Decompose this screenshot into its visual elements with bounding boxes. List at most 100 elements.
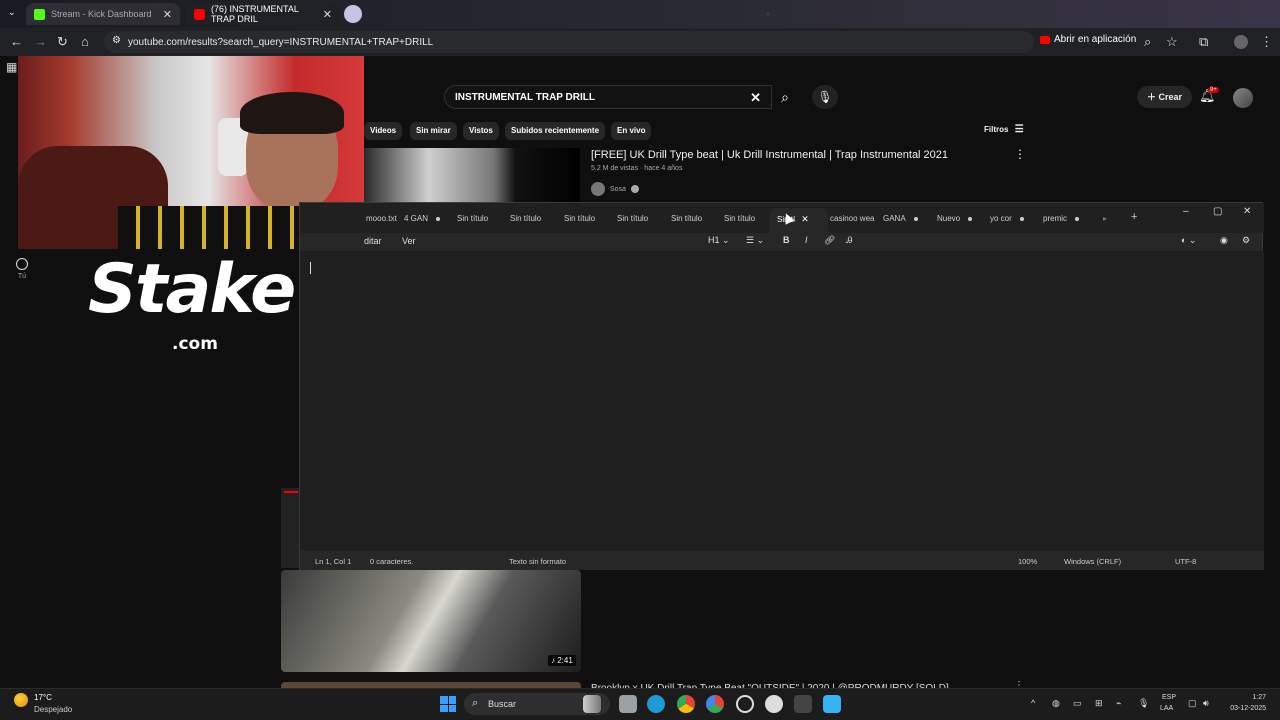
tab-youtube-search[interactable]: (76) INSTRUMENTAL TRAP DRIL ✕: [186, 3, 340, 25]
media-player-icon[interactable]: [765, 695, 783, 713]
reload-icon[interactable]: ↻: [57, 34, 68, 50]
extensions-icon[interactable]: ⧉: [1199, 34, 1208, 50]
notepad-tab[interactable]: Sin título: [564, 214, 595, 223]
browser-menu-icon[interactable]: ⋮: [1260, 34, 1273, 50]
voice-search-button[interactable]: 🎙︎: [812, 85, 838, 109]
notepad-tab[interactable]: yo cor: [990, 214, 1024, 223]
text-format[interactable]: Texto sin formato: [509, 557, 566, 566]
close-icon[interactable]: ✕: [323, 8, 332, 21]
tab-kick-dashboard[interactable]: Stream - Kick Dashboard ✕: [26, 3, 180, 25]
stake-logo: Stake .com: [88, 250, 298, 360]
back-arrow-icon[interactable]: ←: [10, 34, 23, 49]
filters-button[interactable]: Filtros ☰: [984, 124, 1024, 135]
chip-unwatched[interactable]: Sin mirar: [410, 122, 457, 140]
weather-description[interactable]: Despejado: [34, 705, 72, 714]
zoom-level[interactable]: 100%: [1018, 557, 1037, 566]
channel-name[interactable]: Sosa: [610, 185, 639, 193]
notepad-tab[interactable]: Sin título: [510, 214, 541, 223]
clock-time[interactable]: 1:27: [1226, 694, 1266, 701]
heading-dropdown[interactable]: H1 ⌄: [708, 235, 730, 246]
notepad-tab[interactable]: 4 GAN: [404, 214, 441, 223]
chip-watched[interactable]: Vistos: [463, 122, 499, 140]
notepad-tab[interactable]: mooo.txt: [366, 214, 397, 223]
notepad-tab[interactable]: Sin título: [617, 214, 648, 223]
video-thumbnail[interactable]: [364, 148, 580, 202]
filters-label: Filtros: [984, 125, 1009, 134]
profile-avatar[interactable]: [1234, 35, 1248, 49]
search-button[interactable]: ⌕: [772, 85, 798, 109]
obs-icon[interactable]: [736, 695, 754, 713]
clear-formatting-icon[interactable]: Ꭿ: [846, 235, 853, 246]
language-indicator[interactable]: ESP: [1162, 694, 1176, 701]
menu-view[interactable]: Ver: [402, 236, 416, 246]
account-avatar[interactable]: [1233, 88, 1253, 108]
edge-browser-icon[interactable]: [647, 695, 665, 713]
link-icon[interactable]: 🔗︎: [824, 235, 835, 246]
notepad-tab[interactable]: GANA: [883, 214, 918, 223]
microphone-icon[interactable]: 🎙︎: [1138, 698, 1149, 709]
weather-temperature[interactable]: 17°C: [34, 693, 52, 702]
volume-icon[interactable]: 🔊︎: [1203, 698, 1209, 709]
clear-search-icon[interactable]: ✕: [750, 90, 761, 106]
create-button[interactable]: ＋ Crear: [1137, 86, 1193, 108]
notepad-tab[interactable]: Sin título: [457, 214, 488, 223]
list-dropdown-icon[interactable]: ☰ ⌄: [746, 235, 764, 246]
notepad-tab[interactable]: casinoo wea: [830, 214, 874, 223]
search-input[interactable]: INSTRUMENTAL TRAP DRILL ✕: [444, 85, 772, 109]
line-ending[interactable]: Windows (CRLF): [1064, 557, 1121, 566]
encoding[interactable]: UTF-8: [1175, 557, 1196, 566]
site-info-icon[interactable]: ⚙: [112, 35, 121, 46]
new-tab-plus-icon[interactable]: +: [1131, 211, 1137, 223]
notepad-tab[interactable]: Sin título: [724, 214, 755, 223]
tray-grid-icon[interactable]: ⊞: [1095, 698, 1103, 709]
windows-start-icon[interactable]: [440, 696, 456, 712]
close-icon[interactable]: ✕: [163, 8, 172, 21]
window-app-icon[interactable]: [619, 695, 637, 713]
more-options-icon[interactable]: ⋮: [1014, 147, 1026, 161]
task-view-icon[interactable]: [583, 695, 601, 713]
clock-date[interactable]: 03-12-2025: [1212, 705, 1266, 712]
zoom-icon[interactable]: ⌕: [1144, 34, 1151, 50]
scroll-tabs-right-icon[interactable]: ▸: [1103, 214, 1107, 223]
italic-button[interactable]: I: [805, 235, 808, 245]
notepad-tab[interactable]: Nuevo: [937, 214, 973, 223]
bold-button[interactable]: B: [783, 235, 790, 245]
open-in-app-button[interactable]: Abrir en aplicación: [1040, 34, 1136, 45]
menu-edit[interactable]: ditar: [364, 236, 382, 246]
keyboard-layout-indicator[interactable]: LAA: [1160, 705, 1173, 712]
tray-app-icon[interactable]: ▭: [1073, 698, 1082, 709]
bookmark-star-icon[interactable]: ☆: [1166, 34, 1178, 50]
chip-live[interactable]: En vivo: [611, 122, 652, 140]
apps-grid-icon[interactable]: ▦: [6, 60, 17, 74]
home-icon[interactable]: ⌂: [81, 34, 89, 49]
show-hidden-icons-icon[interactable]: ^: [1031, 698, 1035, 708]
weather-sun-icon[interactable]: [14, 693, 28, 707]
tab-search-chevron-icon[interactable]: ⌄: [8, 7, 16, 18]
account-icon[interactable]: ◉: [1220, 235, 1228, 246]
forward-arrow-icon[interactable]: →: [34, 34, 47, 49]
display-icon[interactable]: ▢: [1188, 698, 1197, 709]
address-bar[interactable]: ⚙ youtube.com/results?search_query=INSTR…: [104, 31, 1034, 53]
discord-icon[interactable]: ◍: [1052, 698, 1060, 709]
chrome-profile-icon[interactable]: [706, 695, 724, 713]
video-thumbnail[interactable]: [281, 570, 581, 672]
chip-recently-uploaded[interactable]: Subidos recientemente: [505, 122, 606, 140]
profile-bubble-icon[interactable]: [344, 5, 362, 23]
minimize-icon[interactable]: –: [1183, 206, 1189, 217]
chrome-icon[interactable]: [677, 695, 695, 713]
video-title[interactable]: [FREE] UK Drill Type beat | Uk Drill Ins…: [591, 149, 948, 161]
network-off-icon[interactable]: ⌁: [1116, 698, 1121, 709]
notepad-text-area[interactable]: [300, 251, 1264, 551]
close-window-icon[interactable]: ✕: [1243, 206, 1251, 217]
notepad-app-icon[interactable]: [823, 695, 841, 713]
channel-avatar[interactable]: [591, 182, 605, 196]
close-tab-icon[interactable]: ✕: [801, 214, 809, 224]
maximize-icon[interactable]: ▢: [1213, 206, 1222, 217]
notepad-tab[interactable]: premic: [1043, 214, 1080, 223]
sidebar-item-you[interactable]: Tú: [10, 258, 34, 280]
notepad-tab[interactable]: Sin título: [671, 214, 702, 223]
app-icon[interactable]: [794, 695, 812, 713]
chip-videos[interactable]: Videos: [364, 122, 403, 140]
copilot-icon[interactable]: ◐ ⌄: [1181, 235, 1196, 246]
settings-gear-icon[interactable]: ⚙: [1242, 235, 1250, 246]
